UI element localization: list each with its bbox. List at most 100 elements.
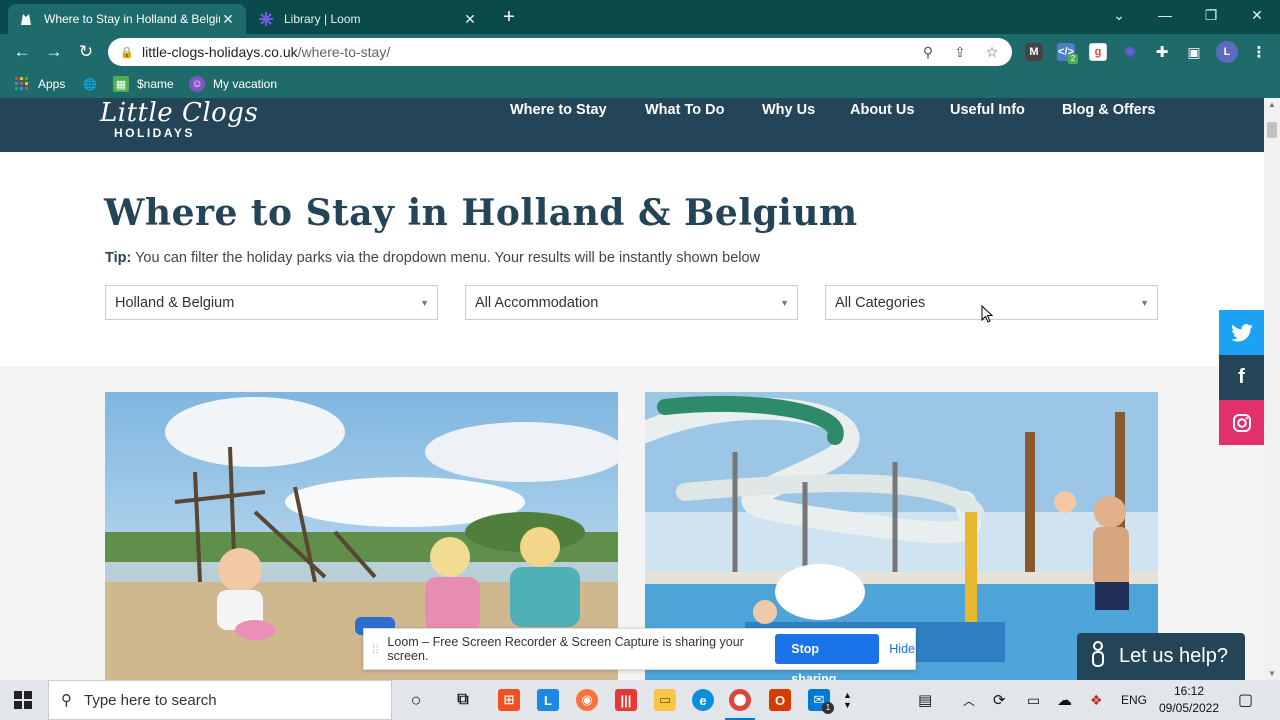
firefox-icon[interactable]: ◉ [576,689,598,711]
extensions-puzzle-icon[interactable]: ✚ [1153,43,1171,61]
tip-text: You can filter the holiday parks via the… [131,250,761,266]
bookmark-label: $name [137,77,174,91]
chat-widget-button[interactable]: Let us help? [1077,633,1245,680]
mail-badge: 1 [822,702,834,714]
sharing-message: Loom – Free Screen Recorder & Screen Cap… [387,635,744,663]
app-red-icon[interactable]: ||| [615,689,637,711]
facebook-share-button[interactable]: f [1219,355,1264,400]
chat-label: Let us help? [1119,645,1228,667]
address-bar[interactable]: 🔒 little-clogs-holidays.co.uk/where-to-s… [108,38,1012,66]
facebook-icon: f [1238,366,1245,388]
menu-kebab-icon[interactable]: ⋮ [1250,43,1268,61]
reload-icon[interactable]: ↻ [74,40,98,64]
tab-where-to-stay[interactable]: Where to Stay in Holland & Belgium | Lit… [8,4,246,34]
select-value: All Categories [835,294,926,311]
search-placeholder: Type here to search [84,691,217,709]
window-close-icon[interactable]: ✕ [1234,0,1280,30]
twitter-icon [1230,323,1253,341]
bookmark-globe[interactable]: 🌐 [82,76,106,92]
office-icon[interactable]: O [769,689,791,711]
close-tab-icon[interactable]: ✕ [462,11,478,28]
dropdown-caret-icon: ▼ [780,298,789,308]
extension-google-icon[interactable]: g [1089,43,1107,61]
notifications-icon[interactable]: ▢ [1238,680,1253,720]
task-view-icon[interactable]: ⧉ [452,689,474,711]
bookmark-label: Apps [38,77,66,91]
stop-sharing-button[interactable]: Stop sharing [775,634,880,686]
back-arrow-icon[interactable]: ← [10,40,34,64]
tab-loom-library[interactable]: Library | Loom ✕ [248,4,488,34]
nav-where-to-stay[interactable]: Where to Stay [510,102,607,118]
nav-what-to-do[interactable]: What To Do [645,102,724,118]
restore-icon[interactable]: ❐ [1188,0,1234,30]
browser-tab-bar: Where to Stay in Holland & Belgium | Lit… [0,0,1280,34]
zoom-icon[interactable]: ⚲ [918,44,938,60]
instagram-share-button[interactable] [1219,400,1264,445]
site-logo[interactable]: Little Clogs HOLIDAYS [100,100,258,140]
extension-loom-icon[interactable]: ✺ [1121,43,1139,61]
loom-favicon-icon [258,11,274,27]
nav-why-us[interactable]: Why Us [762,102,815,118]
edge-icon[interactable]: e [692,689,714,711]
tab-search-chevron-icon[interactable]: ⌄ [1096,0,1142,30]
side-panel-icon[interactable]: ▣ [1185,43,1203,61]
mouse-cursor-icon [981,305,993,323]
site-header: Little Clogs HOLIDAYS Where to Stay What… [0,98,1264,152]
taskbar-clock[interactable]: 16:12 09/05/2022 [1154,683,1224,717]
app-l-icon[interactable]: L [537,689,559,711]
news-icon[interactable]: ▤ [918,680,932,720]
page-viewport: Little Clogs HOLIDAYS Where to Stay What… [0,98,1264,680]
region-filter-select[interactable]: Holland & Belgium ▼ [105,285,438,320]
bookmark-name[interactable]: ▦ $name [113,76,174,92]
clock-date: 09/05/2022 [1158,701,1220,715]
network-sync-icon[interactable]: ⟳ [993,680,1006,720]
tab-title: Library | Loom [284,12,361,26]
battery-icon[interactable]: ▭ [1027,680,1040,720]
bookmark-star-icon[interactable]: ☆ [982,44,1002,60]
show-hidden-icons-chevron-icon[interactable]: ︿ [963,680,975,720]
onedrive-icon[interactable]: ☁ [1057,680,1072,720]
close-tab-icon[interactable]: ✕ [220,11,236,28]
bookmark-label: My vacation [213,77,278,91]
file-explorer-icon[interactable]: ▭ [654,689,676,711]
filter-tip: Tip: You can filter the holiday parks vi… [105,250,760,266]
search-icon: ⚲ [61,692,72,709]
nav-useful-info[interactable]: Useful Info [950,102,1025,118]
tab-title: Where to Stay in Holland & Belgium | Lit… [44,12,220,26]
twitter-share-button[interactable] [1219,310,1264,355]
scrollbar-thumb[interactable] [1267,122,1277,138]
lock-icon: 🔒 [120,46,134,59]
hide-button[interactable]: Hide [889,642,915,656]
new-tab-plus-icon[interactable]: + [498,6,520,28]
dropbox-icon[interactable]: ❖ [1090,680,1103,720]
bookmark-apps[interactable]: Apps [14,76,65,92]
share-icon[interactable]: ⇪ [950,44,970,60]
bookmarks-bar: Apps 🌐 ▦ $name ☺ My vacation [0,70,1280,98]
taskbar-search-box[interactable]: ⚲ Type here to search [48,680,392,720]
page-scrollbar[interactable]: ▲ ▼ [1264,98,1280,680]
site-favicon-icon [18,11,34,27]
chrome-icon[interactable] [729,689,751,711]
url-host: little-clogs-holidays.co.uk [142,44,298,60]
minimize-icon[interactable]: — [1142,0,1188,30]
screen-sharing-notification: ⁞⁞ Loom – Free Screen Recorder & Screen … [363,628,916,686]
extension-m-icon[interactable]: M [1025,43,1043,61]
apps-grid-icon [14,76,30,92]
bookmark-my-vacation[interactable]: ☺ My vacation [189,76,277,92]
select-value: Holland & Belgium [115,294,235,311]
scroll-up-arrow-icon[interactable]: ▲ [1268,100,1276,109]
nav-about-us[interactable]: About Us [850,102,914,118]
scroll-down-arrow-icon[interactable]: ▼ [1268,669,1276,678]
forward-arrow-icon[interactable]: → [42,40,66,64]
microsoft-store-icon[interactable]: ⊞ [498,689,520,711]
accommodation-filter-select[interactable]: All Accommodation ▼ [465,285,798,320]
language-indicator[interactable]: ENG [1121,680,1147,720]
profile-avatar[interactable]: L [1216,41,1238,63]
drag-handle-icon[interactable]: ⁞⁞ [372,642,381,656]
nav-blog-offers[interactable]: Blog & Offers [1062,102,1155,118]
dropdown-caret-icon: ▼ [1140,298,1149,308]
bookmark-vacation-icon: ☺ [189,76,205,92]
taskbar-scroll-arrows[interactable]: ▲ ▼ [843,680,852,720]
windows-start-icon[interactable] [14,691,32,709]
cortana-icon[interactable]: ○ [405,689,427,711]
